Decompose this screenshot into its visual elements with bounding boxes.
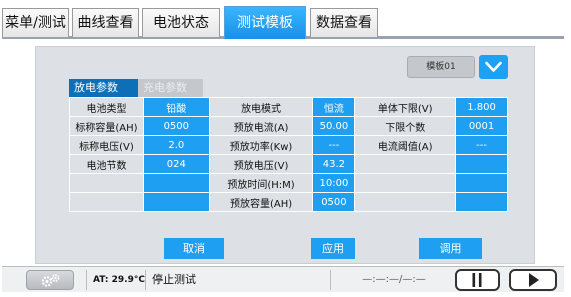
tab-curve-view[interactable]: 曲线查看 xyxy=(72,8,139,37)
apply-button[interactable]: 应用 xyxy=(311,238,355,259)
pre-discharge-capacity-value[interactable]: 0500 xyxy=(312,192,356,212)
empty-value-cell xyxy=(455,154,508,174)
tab-data-view[interactable]: 数据查看 xyxy=(310,8,378,37)
elapsed-time: —:—:—/—:— xyxy=(362,274,426,285)
nominal-capacity-value[interactable]: 0500 xyxy=(142,116,210,136)
cell-count-label: 电池节数 xyxy=(69,154,144,174)
template-selector[interactable]: 模板01 xyxy=(407,55,508,79)
pre-discharge-power-label: 预放功率(Kw) xyxy=(208,135,314,155)
tab-test-template[interactable]: 测试模板 xyxy=(224,6,306,39)
param-row: 电池节数 024 预放电压(V) 43.2 xyxy=(69,154,508,174)
current-threshold-value[interactable]: --- xyxy=(455,135,508,155)
empty-label-cell xyxy=(354,154,457,174)
template-panel: 模板01 放电参数 充电参数 电池类型 铅酸 放电模式 恒流 单体下限(V) 1… xyxy=(35,46,535,264)
pre-discharge-current-value[interactable]: 50.00 xyxy=(312,116,356,136)
param-grid: 电池类型 铅酸 放电模式 恒流 单体下限(V) 1.800 标称容量(AH) 0… xyxy=(69,97,508,212)
discharge-mode-value[interactable]: 恒流 xyxy=(312,97,356,117)
divider xyxy=(86,270,87,290)
tab-battery-status[interactable]: 电池状态 xyxy=(142,8,220,37)
empty-label-cell xyxy=(69,192,144,212)
lower-limit-count-value[interactable]: 0001 xyxy=(455,116,508,136)
divider xyxy=(330,270,331,290)
param-row: 电池类型 铅酸 放电模式 恒流 单体下限(V) 1.800 xyxy=(69,97,508,117)
cell-lower-limit-value[interactable]: 1.800 xyxy=(455,97,508,117)
empty-value-cell xyxy=(142,173,210,193)
empty-value-cell xyxy=(455,192,508,212)
main-tab-bar: 菜单/测试 曲线查看 电池状态 测试模板 数据查看 xyxy=(2,3,564,39)
nominal-voltage-value[interactable]: 2.0 xyxy=(142,135,210,155)
status-bar: AT: 29.9°C 停止测试 —:—:—/—:— xyxy=(2,266,564,292)
subtab-discharge-params[interactable]: 放电参数 xyxy=(69,79,138,97)
pre-discharge-time-value[interactable]: 10:00 xyxy=(312,173,356,193)
empty-label-cell xyxy=(354,192,457,212)
pause-button[interactable] xyxy=(455,269,500,291)
param-row: 预放时间(H:M) 10:00 xyxy=(69,173,508,193)
lower-limit-count-label: 下限个数 xyxy=(354,116,457,136)
battery-type-label: 电池类型 xyxy=(69,97,144,117)
empty-label-cell xyxy=(69,173,144,193)
divider xyxy=(145,270,146,290)
empty-label-cell xyxy=(354,173,457,193)
param-row: 预放容量(AH) 0500 xyxy=(69,192,508,212)
pre-discharge-voltage-label: 预放电压(V) xyxy=(208,154,314,174)
tab-menu-test[interactable]: 菜单/测试 xyxy=(2,8,69,37)
cancel-button[interactable]: 取消 xyxy=(164,238,224,259)
pre-discharge-current-label: 预放电流(A) xyxy=(208,116,314,136)
empty-value-cell xyxy=(142,192,210,212)
battery-type-value[interactable]: 铅酸 xyxy=(142,97,210,117)
settings-button[interactable] xyxy=(26,270,74,290)
template-dropdown-button[interactable] xyxy=(479,55,508,79)
cell-count-value[interactable]: 024 xyxy=(142,154,210,174)
discharge-mode-label: 放电模式 xyxy=(208,97,314,117)
play-button[interactable] xyxy=(509,269,557,291)
subtab-charge-params[interactable]: 充电参数 xyxy=(138,79,203,97)
test-status: 停止测试 xyxy=(152,273,196,286)
nominal-voltage-label: 标称电压(V) xyxy=(69,135,144,155)
temperature-readout: AT: 29.9°C xyxy=(93,275,145,285)
pre-discharge-voltage-value[interactable]: 43.2 xyxy=(312,154,356,174)
current-threshold-label: 电流阈值(A) xyxy=(354,135,457,155)
param-row: 标称容量(AH) 0500 预放电流(A) 50.00 下限个数 0001 xyxy=(69,116,508,136)
empty-value-cell xyxy=(455,173,508,193)
pre-discharge-time-label: 预放时间(H:M) xyxy=(208,173,314,193)
pre-discharge-capacity-label: 预放容量(AH) xyxy=(208,192,314,212)
param-row: 标称电压(V) 2.0 预放功率(Kw) --- 电流阈值(A) --- xyxy=(69,135,508,155)
cell-lower-limit-label: 单体下限(V) xyxy=(354,97,457,117)
template-selector-value[interactable]: 模板01 xyxy=(407,56,475,78)
load-button[interactable]: 调用 xyxy=(419,238,482,259)
pre-discharge-power-value[interactable]: --- xyxy=(312,135,356,155)
nominal-capacity-label: 标称容量(AH) xyxy=(69,116,144,136)
